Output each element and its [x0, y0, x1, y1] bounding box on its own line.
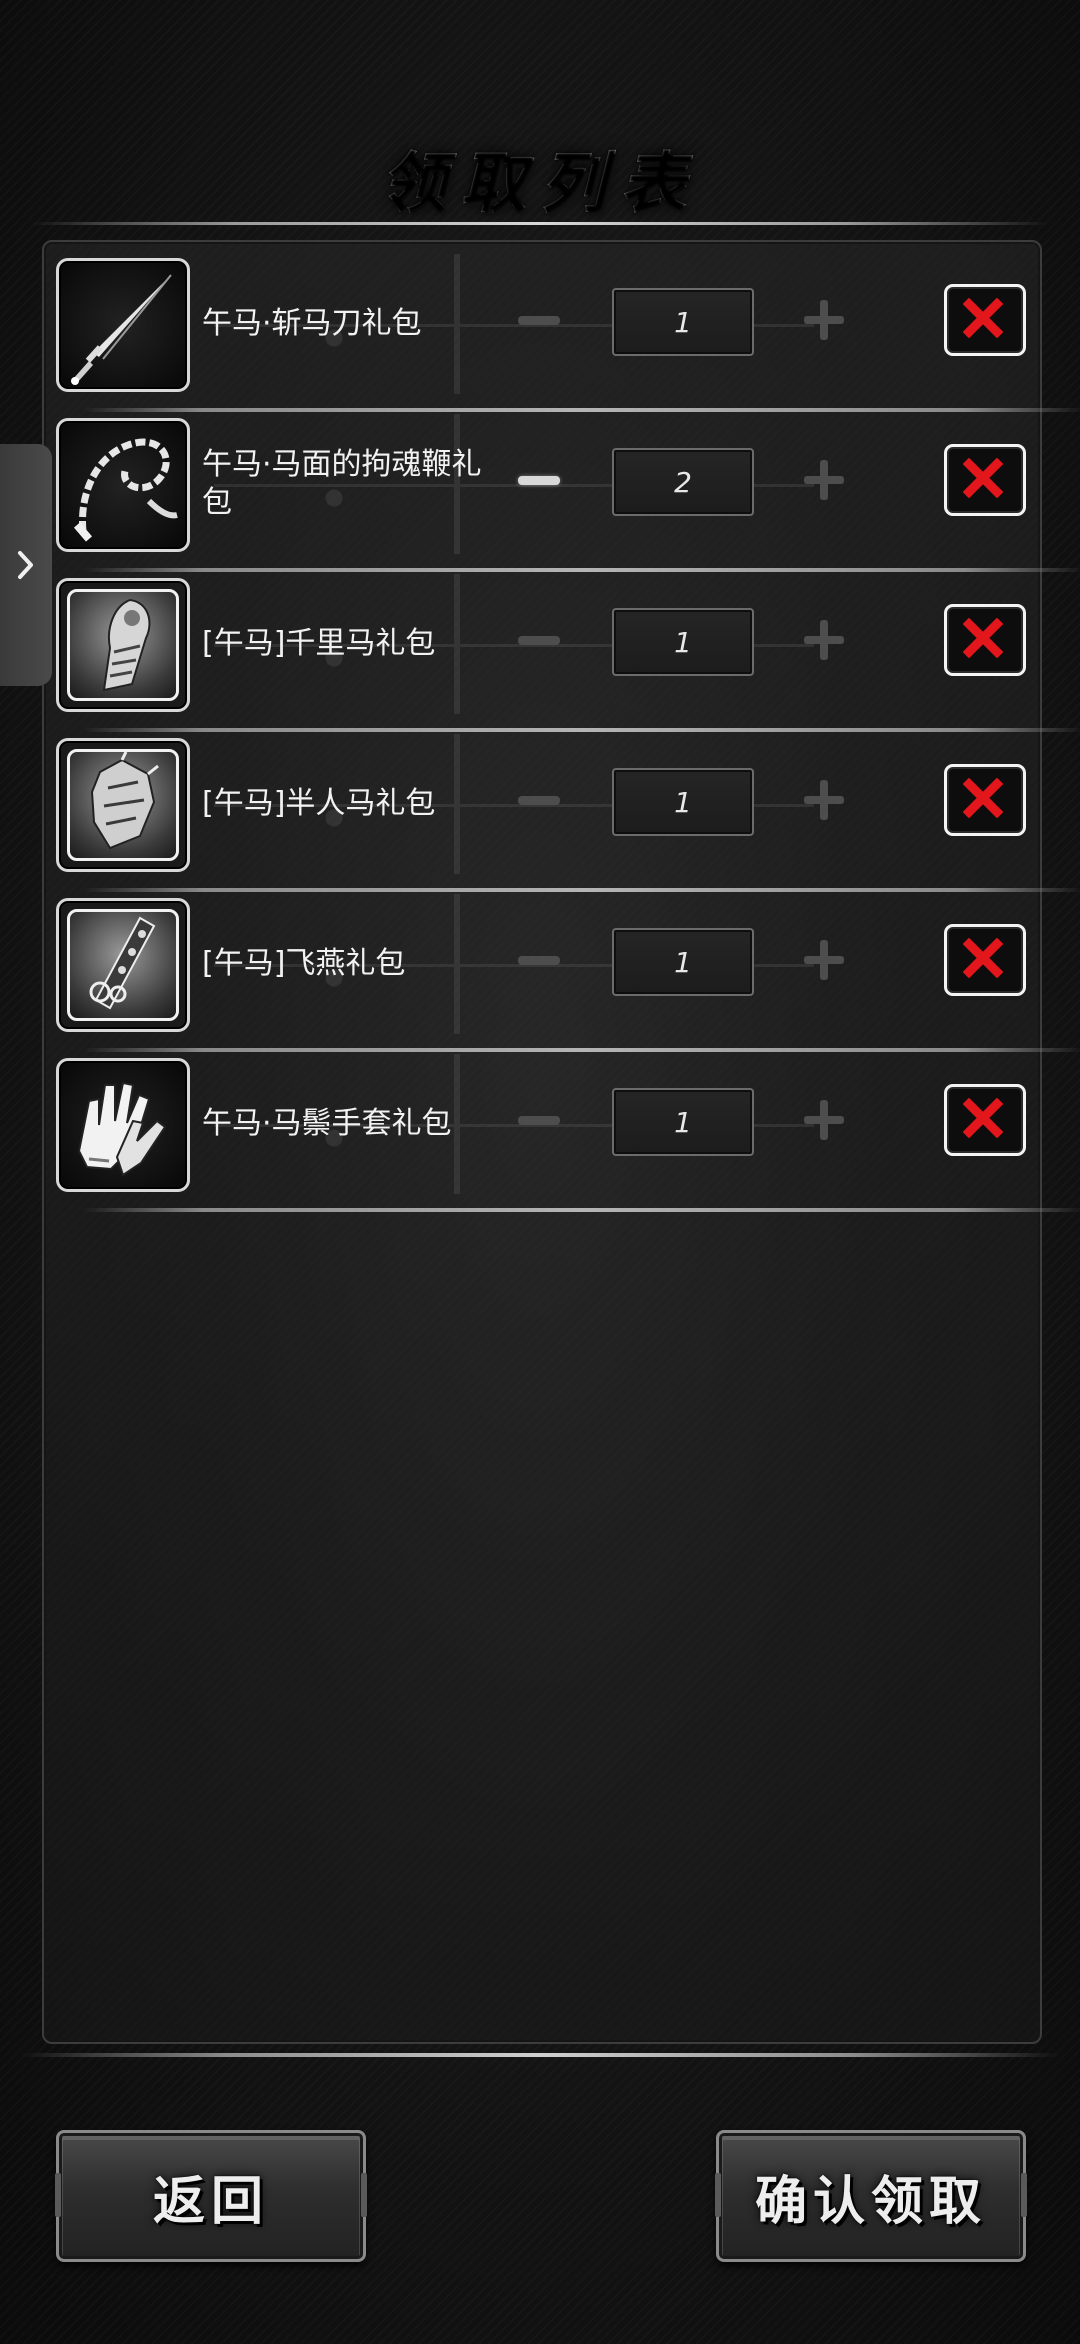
quantity-field[interactable]: 1 [612, 928, 754, 996]
whip-icon [73, 438, 178, 542]
item-thumbnail [56, 738, 190, 872]
increase-button[interactable] [804, 460, 844, 500]
gloves-icon [77, 1081, 167, 1177]
item-thumbnail [56, 578, 190, 712]
row-divider [84, 1208, 1080, 1212]
title-divider [30, 222, 1050, 225]
quantity-field[interactable]: 2 [612, 448, 754, 516]
item-thumbnail [56, 898, 190, 1032]
list-item: 午马·斩马刀礼包 1 [54, 244, 1080, 412]
item-name: 午马·斩马刀礼包 [202, 306, 422, 341]
item-name: 午马·马鬃手套礼包 [202, 1106, 452, 1141]
item-name: [午马]飞燕礼包 [202, 946, 406, 981]
decrease-button[interactable] [518, 636, 560, 645]
increase-button[interactable] [804, 1100, 844, 1140]
increase-button[interactable] [804, 300, 844, 340]
quantity-field[interactable]: 1 [612, 768, 754, 836]
item-thumbnail [56, 1058, 190, 1192]
list-item: 午马·马鬃手套礼包 1 [54, 1044, 1080, 1212]
screen: 领取列表 午马·斩马刀礼包 1 午马·马面的拘魂鞭礼包 2 [午马]千里马礼包 … [0, 0, 1080, 2344]
close-icon [963, 298, 1003, 338]
close-icon [963, 458, 1003, 498]
page-title: 领取列表 [0, 130, 1080, 226]
close-icon [963, 938, 1003, 978]
quantity-field[interactable]: 1 [612, 608, 754, 676]
side-expand-tab[interactable] [0, 444, 52, 686]
decrease-button[interactable] [518, 796, 560, 805]
increase-button[interactable] [804, 620, 844, 660]
item-name: [午马]千里马礼包 [202, 626, 436, 661]
increase-button[interactable] [804, 940, 844, 980]
confirm-claim-button[interactable]: 确认领取 [715, 2130, 1027, 2262]
sword-icon [71, 274, 172, 385]
item-thumbnail [56, 258, 190, 392]
chain-blade-icon [89, 916, 156, 1010]
confirm-claim-label: 确认领取 [754, 2171, 987, 2232]
quantity-field[interactable]: 1 [612, 288, 754, 356]
remove-button[interactable] [944, 1084, 1026, 1156]
remove-button[interactable] [944, 604, 1026, 676]
item-name: 午马·马面的拘魂鞭礼包 [202, 447, 482, 520]
remove-button[interactable] [944, 764, 1026, 836]
close-icon [963, 1098, 1003, 1138]
close-icon [963, 778, 1003, 818]
list-item: [午马]千里马礼包 1 [54, 564, 1080, 732]
panel-bottom-divider [20, 2053, 1060, 2057]
remove-button[interactable] [944, 444, 1026, 516]
decrease-button[interactable] [518, 316, 560, 325]
chevron-right-icon [18, 551, 33, 579]
back-button-label: 返回 [152, 2171, 269, 2232]
quantity-field[interactable]: 1 [612, 1088, 754, 1156]
arm-armor-icon [102, 598, 151, 692]
item-thumbnail [56, 418, 190, 552]
increase-button[interactable] [804, 780, 844, 820]
back-button[interactable]: 返回 [55, 2130, 367, 2262]
centaur-armor-icon [90, 752, 159, 850]
close-icon [963, 618, 1003, 658]
list-item: [午马]飞燕礼包 1 [54, 884, 1080, 1052]
remove-button[interactable] [944, 284, 1026, 356]
decrease-button[interactable] [518, 956, 560, 965]
remove-button[interactable] [944, 924, 1026, 996]
decrease-button[interactable] [518, 1116, 560, 1125]
list-item: 午马·马面的拘魂鞭礼包 2 [54, 404, 1080, 572]
decrease-button[interactable] [518, 476, 560, 485]
list-item: [午马]半人马礼包 1 [54, 724, 1080, 892]
item-name: [午马]半人马礼包 [202, 786, 436, 821]
